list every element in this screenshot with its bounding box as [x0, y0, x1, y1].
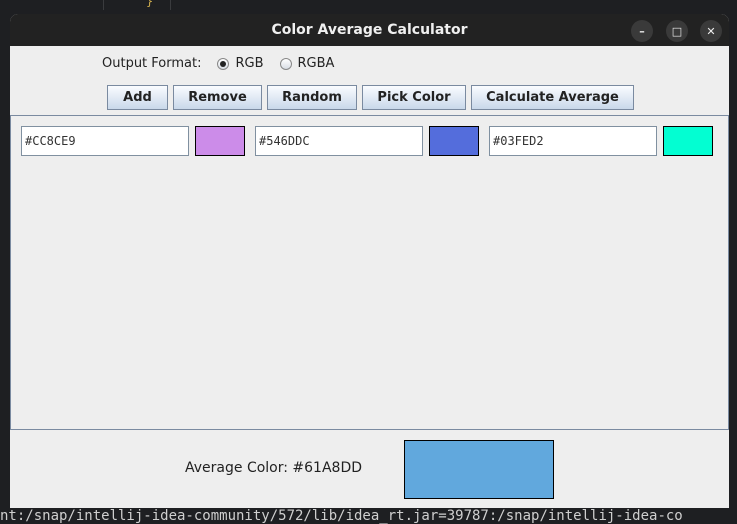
remove-button[interactable]: Remove — [173, 85, 262, 110]
color-swatch-1 — [195, 126, 245, 156]
pick-color-button[interactable]: Pick Color — [362, 85, 466, 110]
color-swatch-3 — [663, 126, 713, 156]
radio-rgb-label[interactable]: RGB — [235, 56, 263, 71]
app-window: Color Average Calculator – □ ✕ Output Fo… — [10, 14, 729, 508]
calculate-average-button[interactable]: Calculate Average — [471, 85, 634, 110]
color-input-1[interactable]: #CC8CE9 — [21, 126, 189, 156]
color-input-3[interactable]: #03FED2 — [489, 126, 657, 156]
radio-rgb[interactable] — [217, 57, 230, 70]
color-input-2[interactable]: #546DDC — [255, 126, 423, 156]
editor-gutter — [103, 0, 104, 10]
radio-rgba[interactable] — [279, 57, 292, 70]
radio-rgba-label[interactable]: RGBA — [298, 56, 335, 71]
output-format-group: Output Format: RGB RGBA — [102, 56, 334, 71]
average-color-label: Average Color: #61A8DD — [185, 460, 363, 476]
average-color-swatch — [404, 440, 554, 499]
random-button[interactable]: Random — [267, 85, 357, 110]
minimize-icon[interactable]: – — [631, 20, 653, 42]
add-button[interactable]: Add — [107, 85, 168, 110]
title-bar: Color Average Calculator – □ ✕ — [10, 14, 729, 46]
maximize-icon[interactable]: □ — [666, 20, 688, 42]
colors-panel: #CC8CE9 #546DDC #03FED2 — [10, 115, 729, 430]
editor-gutter — [170, 0, 171, 10]
color-swatch-2 — [429, 126, 479, 156]
background-code: } — [146, 0, 154, 8]
window-title: Color Average Calculator — [271, 22, 468, 38]
output-format-label: Output Format: — [102, 56, 202, 71]
close-icon[interactable]: ✕ — [700, 20, 722, 42]
